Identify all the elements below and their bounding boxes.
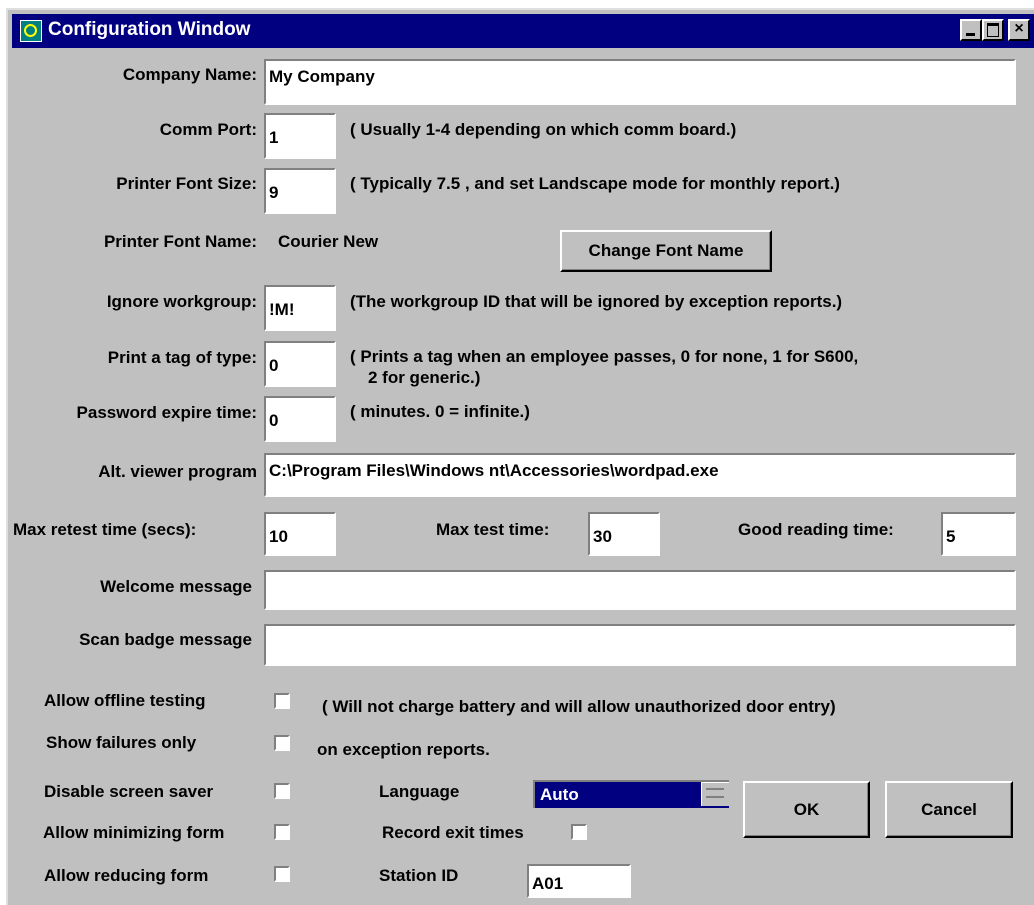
record-exit-checkbox[interactable]	[571, 824, 587, 840]
title-bar[interactable]: Configuration Window ×	[12, 14, 1034, 48]
welcome-message-field[interactable]	[264, 570, 1016, 610]
max-retest-label: Max retest time (secs):	[13, 520, 197, 539]
ignore-workgroup-note: (The workgroup ID that will be ignored b…	[350, 292, 843, 311]
allow-minimizing-checkbox[interactable]	[274, 824, 290, 840]
language-value: Auto	[540, 785, 579, 804]
ok-button[interactable]: OK	[743, 781, 870, 838]
max-retest-field[interactable]: 10	[264, 512, 336, 556]
printer-font-name-value: Courier New	[278, 232, 379, 251]
change-font-name-button[interactable]: Change Font Name	[560, 230, 772, 272]
print-tag-note-line2: 2 for generic.)	[368, 368, 481, 387]
scan-badge-message-label: Scan badge message	[79, 630, 252, 649]
alt-viewer-label: Alt. viewer program	[98, 462, 257, 481]
disable-screen-saver-checkbox[interactable]	[274, 783, 290, 799]
allow-minimizing-label: Allow minimizing form	[43, 823, 225, 842]
language-label: Language	[379, 782, 460, 801]
company-name-field[interactable]: My Company	[264, 59, 1016, 105]
password-expire-label: Password expire time:	[76, 403, 257, 422]
comm-port-note: ( Usually 1-4 depending on which comm bo…	[350, 120, 737, 139]
printer-font-name-label: Printer Font Name:	[103, 232, 257, 251]
company-name-label: Company Name:	[122, 65, 257, 84]
record-exit-label: Record exit times	[382, 823, 524, 842]
station-id-label: Station ID	[379, 866, 459, 885]
show-failures-label: Show failures only	[46, 733, 197, 752]
allow-reducing-label: Allow reducing form	[44, 866, 209, 885]
station-id-field[interactable]: A01	[527, 864, 631, 898]
password-expire-note: ( minutes. 0 = infinite.)	[350, 402, 530, 421]
language-dropdown[interactable]: Auto	[533, 780, 729, 808]
show-failures-note: on exception reports.	[317, 740, 490, 759]
printer-font-size-field[interactable]: 9	[264, 168, 336, 214]
alt-viewer-field[interactable]: C:\Program Files\Windows nt\Accessories\…	[264, 453, 1016, 497]
good-reading-field[interactable]: 5	[941, 512, 1016, 556]
minimize-icon[interactable]	[960, 19, 982, 41]
good-reading-label: Good reading time:	[738, 520, 894, 539]
ignore-workgroup-field[interactable]: !M!	[264, 285, 336, 331]
disable-screen-saver-label: Disable screen saver	[44, 782, 214, 801]
cancel-button[interactable]: Cancel	[885, 781, 1013, 838]
ignore-workgroup-label: Ignore workgroup:	[106, 292, 257, 311]
close-icon[interactable]: ×	[1008, 19, 1030, 41]
app-icon[interactable]	[20, 20, 42, 42]
comm-port-label: Comm Port:	[159, 120, 257, 139]
print-tag-note-line1: ( Prints a tag when an employee passes, …	[350, 347, 859, 366]
print-tag-field[interactable]: 0	[264, 341, 336, 387]
print-tag-label: Print a tag of type:	[107, 348, 257, 367]
window-title: Configuration Window	[48, 19, 251, 40]
allow-offline-label: Allow offline testing	[44, 691, 206, 710]
welcome-message-label: Welcome message	[100, 577, 252, 596]
password-expire-field[interactable]: 0	[264, 396, 336, 442]
scan-badge-message-field[interactable]	[264, 624, 1016, 666]
allow-reducing-checkbox[interactable]	[274, 866, 290, 882]
max-test-label: Max test time:	[436, 520, 550, 539]
printer-font-size-note: ( Typically 7.5 , and set Landscape mode…	[350, 174, 840, 193]
allow-offline-note: ( Will not charge battery and will allow…	[322, 697, 836, 716]
maximize-icon[interactable]	[982, 19, 1004, 41]
show-failures-checkbox[interactable]	[274, 735, 290, 751]
max-test-field[interactable]: 30	[588, 512, 660, 556]
dropdown-arrow-icon[interactable]	[701, 782, 729, 806]
comm-port-field[interactable]: 1	[264, 113, 336, 159]
printer-font-size-label: Printer Font Size:	[116, 174, 257, 193]
allow-offline-checkbox[interactable]	[274, 693, 290, 709]
